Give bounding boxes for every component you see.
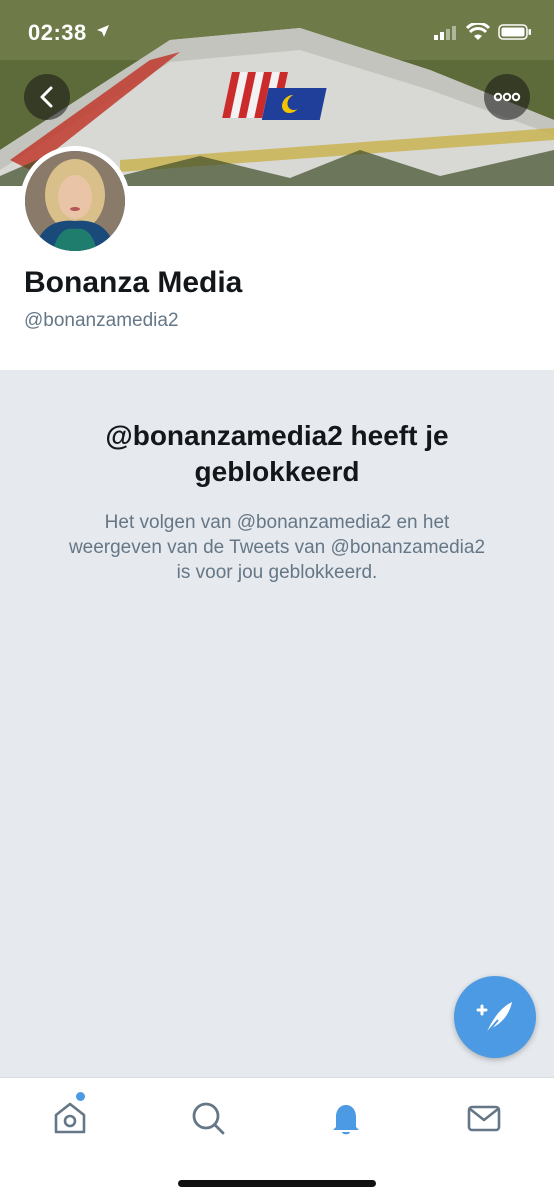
mail-icon [467,1105,501,1132]
blocked-message: Het volgen van @bonanzamedia2 en het wee… [68,512,486,583]
home-unread-dot [76,1092,85,1101]
home-icon [54,1102,86,1134]
profile-handle: @bonanzamedia2 [24,310,179,331]
avatar-image [25,151,125,251]
status-time: 02:38 [28,20,87,45]
home-indicator[interactable] [178,1180,376,1187]
profile-display-name: Bonanza Media [24,266,243,299]
compose-tweet-button[interactable] [454,976,536,1058]
cellular-signal-icon [434,26,456,45]
location-arrow-icon [96,24,110,43]
wifi-icon [465,21,491,46]
bell-icon [333,1105,359,1135]
compose-feather-icon [476,1002,512,1035]
tab-messages[interactable] [464,1098,504,1138]
search-icon [192,1102,225,1135]
chevron-left-icon [40,86,53,108]
battery-icon [498,24,532,45]
blocked-title: @bonanzamedia2 heeft je geblokkeerd [105,420,449,487]
tab-search[interactable] [188,1098,228,1138]
status-bar: 02:38 [0,0,554,64]
tab-home[interactable] [50,1098,90,1138]
ellipsis-icon [493,92,521,102]
back-button[interactable] [24,74,70,120]
tab-notifications[interactable] [326,1098,366,1138]
avatar[interactable] [20,146,130,256]
more-options-button[interactable] [484,74,530,120]
